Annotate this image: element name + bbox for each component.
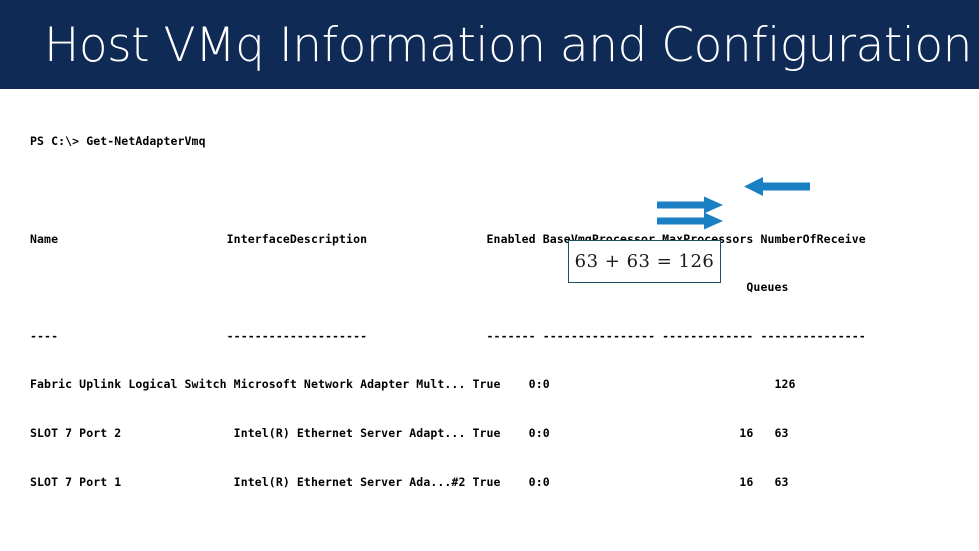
- table-separator-row: ---- -------------------- ------- ------…: [30, 328, 866, 343]
- table-header-row-line1: Name InterfaceDescription Enabled BaseVm…: [30, 231, 866, 246]
- table-row: SLOT 7 Port 2 Intel(R) Ethernet Server A…: [30, 425, 789, 440]
- title-banner: Host VMq Information and Configuration: [0, 0, 979, 89]
- slide-canvas: Host VMq Information and Configuration P…: [0, 0, 979, 551]
- table-row: SLOT 7 Port 1 Intel(R) Ethernet Server A…: [30, 474, 789, 489]
- table-header-row-line2: Queues: [30, 280, 789, 295]
- powershell-prompt-line: PS C:\> Get-NetAdapterVmq: [30, 134, 206, 149]
- callout-text: 63 + 63 = 126: [574, 251, 715, 272]
- page-title: Host VMq Information and Configuration: [44, 18, 972, 73]
- callout-box: 63 + 63 = 126: [568, 240, 721, 283]
- arrow-pointing-to-63-row3-icon: [657, 212, 723, 230]
- arrow-pointing-to-126-icon: [744, 177, 810, 196]
- console-spacer-1: [30, 182, 866, 198]
- powershell-output: PS C:\> Get-NetAdapterVmq Name Interface…: [30, 101, 866, 522]
- table-row: Fabric Uplink Logical Switch Microsoft N…: [30, 377, 796, 392]
